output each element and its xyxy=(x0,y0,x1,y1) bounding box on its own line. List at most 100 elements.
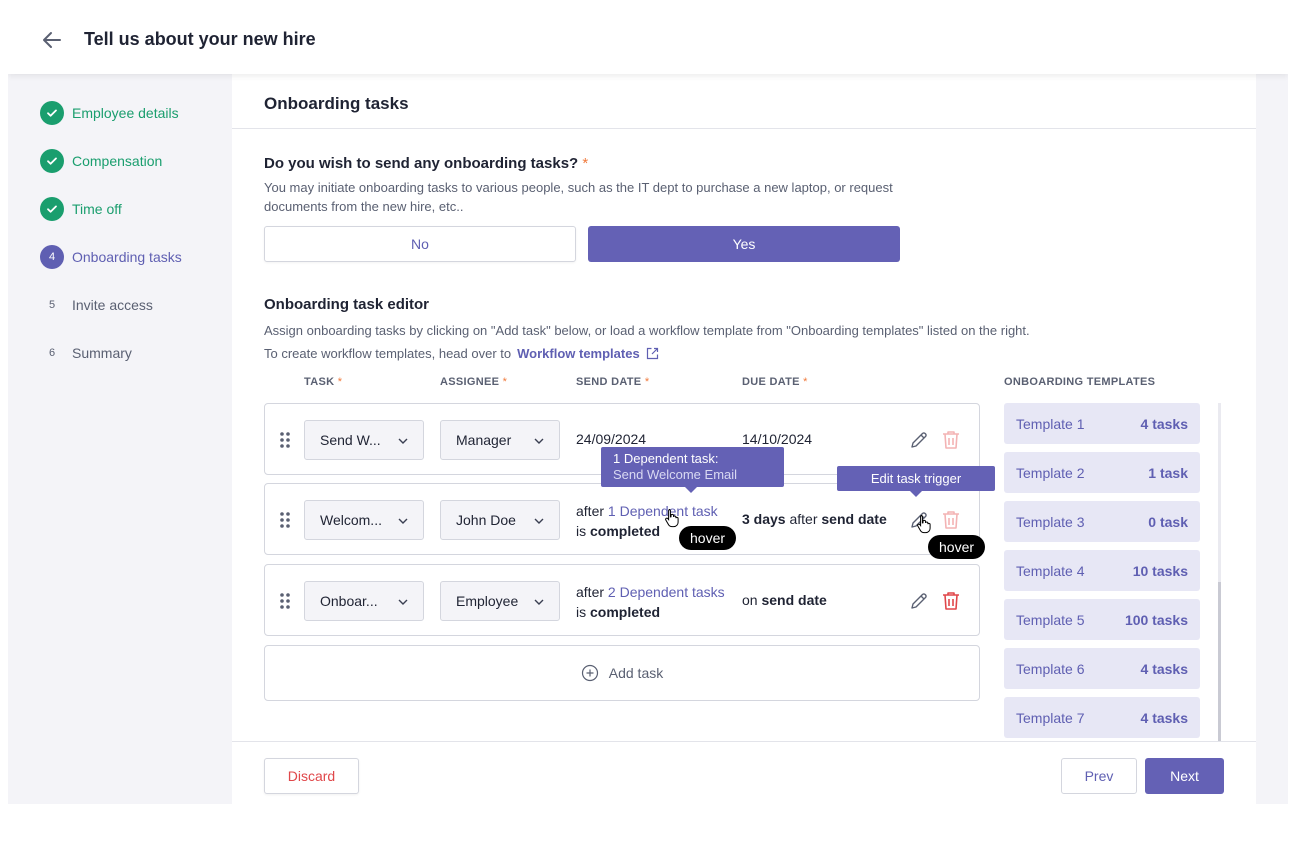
back-arrow-icon[interactable] xyxy=(40,28,64,52)
select-value: Manager xyxy=(456,432,512,448)
step-label: Employee details xyxy=(72,105,179,121)
chevron-down-icon xyxy=(398,518,408,524)
step-label: Compensation xyxy=(72,153,163,169)
template-count: 4 tasks xyxy=(1140,660,1188,677)
hint-text: To create workflow templates, head over … xyxy=(264,346,512,361)
drag-handle-icon[interactable] xyxy=(279,592,291,610)
editor-description: Assign onboarding tasks by clicking on "… xyxy=(264,323,1030,338)
column-header-send-date: SEND DATE * xyxy=(576,376,649,388)
prev-button[interactable]: Prev xyxy=(1061,758,1137,794)
trash-icon[interactable] xyxy=(942,430,960,450)
external-link-icon[interactable] xyxy=(646,347,659,360)
template-name: Template 7 xyxy=(1016,709,1085,726)
pencil-icon[interactable] xyxy=(909,430,929,450)
templates-list: Template 1 4 tasks Template 2 1 task Tem… xyxy=(1004,403,1224,741)
hover-indicator: hover xyxy=(679,526,737,550)
panel-title: Onboarding tasks xyxy=(264,94,409,113)
step-compensation[interactable]: Compensation xyxy=(40,149,162,173)
assignee-select[interactable]: Employee xyxy=(440,581,560,621)
step-summary[interactable]: 6 Summary xyxy=(40,341,132,365)
step-employee-details[interactable]: Employee details xyxy=(40,101,179,125)
workflow-templates-link[interactable]: Workflow templates xyxy=(517,346,640,361)
pencil-icon[interactable] xyxy=(909,591,929,611)
add-task-label: Add task xyxy=(608,665,664,681)
template-name: Template 1 xyxy=(1016,415,1085,432)
top-bar: Tell us about your new hire xyxy=(8,6,1288,74)
text: completed xyxy=(590,523,661,539)
due-date[interactable]: 14/10/2024 xyxy=(742,431,812,447)
trash-icon[interactable] xyxy=(942,591,960,611)
question-title: Do you wish to send any onboarding tasks… xyxy=(264,155,588,172)
template-name: Template 4 xyxy=(1016,562,1085,579)
task-row: Onboar... Employee after 2 Dependent tas… xyxy=(264,564,980,636)
tooltip-item: Send Welcome Email xyxy=(613,467,738,482)
discard-button[interactable]: Discard xyxy=(264,758,359,794)
task-select[interactable]: Send W... xyxy=(304,420,424,460)
chevron-down-icon xyxy=(534,438,544,444)
add-task-button[interactable]: Add task xyxy=(264,645,980,701)
column-label: ASSIGNEE xyxy=(440,376,500,388)
template-item[interactable]: Template 2 1 task xyxy=(1004,452,1200,493)
page-title: Tell us about your new hire xyxy=(84,29,316,49)
panel-header: Onboarding tasks xyxy=(232,74,1256,129)
app-window: Tell us about your new hire Employee det… xyxy=(8,6,1288,804)
text: completed xyxy=(590,604,661,620)
main-panel: Onboarding tasks Do you wish to send any… xyxy=(232,74,1256,804)
yes-button[interactable]: Yes xyxy=(588,226,900,262)
question-text: Do you wish to send any onboarding tasks… xyxy=(264,155,579,172)
template-name: Template 5 xyxy=(1016,611,1085,628)
editor-title: Onboarding task editor xyxy=(264,296,430,313)
column-label: SEND DATE xyxy=(576,376,642,388)
column-label: DUE DATE xyxy=(742,376,800,388)
template-name: Template 2 xyxy=(1016,464,1085,481)
check-circle-icon xyxy=(40,197,64,221)
step-onboarding-tasks[interactable]: 4 Onboarding tasks xyxy=(40,245,182,269)
step-invite-access[interactable]: 5 Invite access xyxy=(40,293,153,317)
assignee-select[interactable]: Manager xyxy=(440,420,560,460)
tooltip-title: 1 Dependent task: xyxy=(613,451,719,466)
hand-cursor-icon xyxy=(917,515,931,534)
send-date[interactable]: 24/09/2024 xyxy=(576,431,646,447)
step-number: 5 xyxy=(48,299,56,311)
task-select[interactable]: Onboar... xyxy=(304,581,424,621)
template-item[interactable]: Template 3 0 task xyxy=(1004,501,1200,542)
drag-handle-icon[interactable] xyxy=(279,511,291,529)
template-item[interactable]: Template 1 4 tasks xyxy=(1004,403,1200,444)
drag-handle-icon[interactable] xyxy=(279,431,291,449)
check-circle-icon xyxy=(40,149,64,173)
text: after xyxy=(789,511,818,527)
template-name: Template 3 xyxy=(1016,513,1085,530)
select-value: Welcom... xyxy=(320,512,382,528)
template-item[interactable]: Template 5 100 tasks xyxy=(1004,599,1200,640)
chevron-down-icon xyxy=(534,518,544,524)
template-item[interactable]: Template 6 4 tasks xyxy=(1004,648,1200,689)
assignee-select[interactable]: John Doe xyxy=(440,500,560,540)
required-mark: * xyxy=(337,376,343,388)
footer-bar: Discard Prev Next xyxy=(232,741,1256,804)
column-header-due-date: DUE DATE * xyxy=(742,376,808,388)
tooltip-text: Edit task trigger xyxy=(870,471,962,486)
task-select[interactable]: Welcom... xyxy=(304,500,424,540)
due-date-trigger: 3 days after send date xyxy=(742,511,887,527)
required-mark: * xyxy=(582,155,589,172)
templates-scroll-thumb[interactable] xyxy=(1218,582,1221,741)
next-button[interactable]: Next xyxy=(1145,758,1224,794)
no-button[interactable]: No xyxy=(264,226,576,262)
step-label: Invite access xyxy=(72,297,153,313)
column-header-assignee: ASSIGNEE * xyxy=(440,376,507,388)
required-mark: * xyxy=(803,376,808,388)
step-time-off[interactable]: Time off xyxy=(40,197,122,221)
dependent-task-link[interactable]: 1 Dependent task xyxy=(608,503,718,519)
dependent-tasks-link[interactable]: 2 Dependent tasks xyxy=(608,584,725,600)
plus-circle-icon xyxy=(581,664,598,682)
text: on xyxy=(742,592,758,608)
text: send date xyxy=(821,511,887,527)
editor-workflow-hint: To create workflow templates, head over … xyxy=(264,346,659,361)
template-item[interactable]: Template 7 4 tasks xyxy=(1004,697,1200,738)
text: after xyxy=(576,584,605,600)
chevron-down-icon xyxy=(534,599,544,605)
trash-icon[interactable] xyxy=(942,510,960,530)
template-count: 100 tasks xyxy=(1124,611,1188,628)
tooltip-arrow xyxy=(685,487,697,493)
template-item[interactable]: Template 4 10 tasks xyxy=(1004,550,1200,591)
